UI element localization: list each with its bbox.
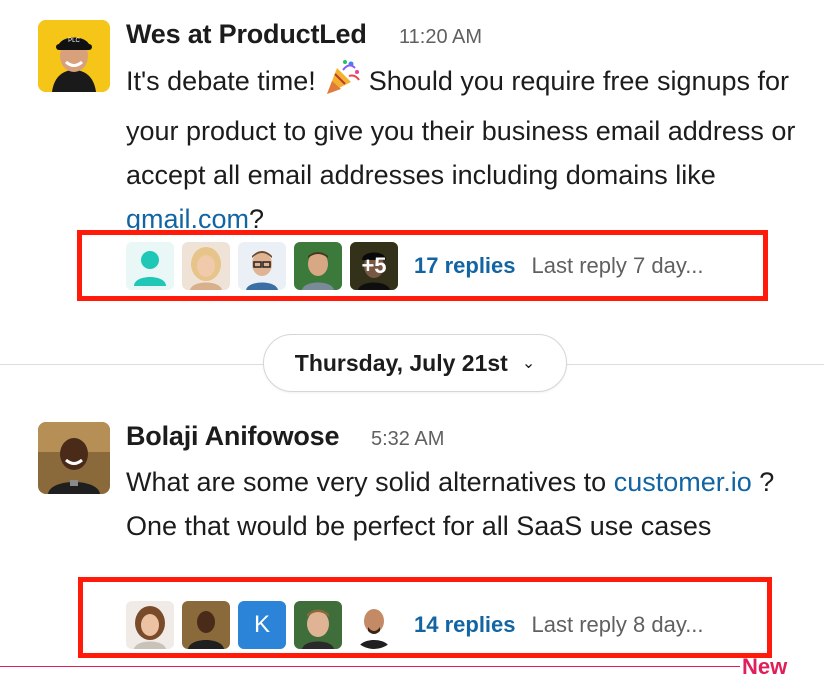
highlight-box <box>78 577 772 658</box>
highlight-box <box>77 230 768 301</box>
message-text: What are some very solid alternatives to <box>126 467 614 497</box>
svg-text:PLC: PLC <box>68 38 80 44</box>
chevron-down-icon: ⌄ <box>521 355 536 372</box>
message-sender[interactable]: Wes at ProductLed <box>126 19 367 50</box>
date-divider-button[interactable]: Thursday, July 21st ⌄ <box>263 334 567 392</box>
message-sender[interactable]: Bolaji Anifowose <box>126 421 340 452</box>
bolaji-avatar[interactable] <box>38 422 110 494</box>
new-messages-line <box>0 666 740 667</box>
wes-avatar[interactable]: PLC <box>38 20 110 92</box>
message-body: What are some very solid alternatives to… <box>126 460 796 548</box>
message-timestamp[interactable]: 11:20 AM <box>399 26 482 49</box>
new-messages-label: New <box>742 654 788 679</box>
message-timestamp[interactable]: 5:32 AM <box>371 428 444 451</box>
message-text: It's debate time! <box>126 66 324 96</box>
date-divider-label: Thursday, July 21st <box>294 349 508 376</box>
party-popper-icon <box>323 58 361 109</box>
message-body: It's debate time! Should you require fre… <box>126 58 796 241</box>
customer-io-link[interactable]: customer.io <box>614 467 752 497</box>
